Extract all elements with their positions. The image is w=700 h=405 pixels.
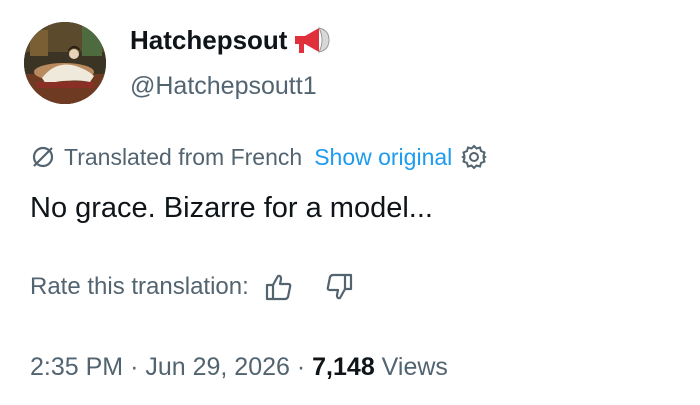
gear-icon[interactable] bbox=[460, 143, 488, 171]
meta-separator: · bbox=[296, 353, 306, 381]
thumbs-up-icon[interactable] bbox=[263, 271, 295, 303]
author-handle[interactable]: @Hatchepsoutt1 bbox=[130, 72, 317, 101]
avatar-image bbox=[24, 22, 106, 104]
tweet-time[interactable]: 2:35 PM bbox=[30, 353, 123, 381]
show-original-link[interactable]: Show original bbox=[314, 144, 452, 171]
tweet-text: No grace. Bizarre for a model... bbox=[30, 192, 433, 224]
meta-separator: · bbox=[130, 353, 139, 381]
views-count: 7,148 bbox=[312, 353, 375, 381]
translation-row: Translated from French Show original bbox=[30, 143, 488, 171]
rate-translation-row: Rate this translation: bbox=[30, 271, 355, 303]
views-label: Views bbox=[381, 353, 448, 381]
avatar[interactable] bbox=[24, 22, 106, 104]
thumbs-down-icon[interactable] bbox=[323, 271, 355, 303]
megaphone-icon bbox=[291, 24, 333, 56]
translate-icon bbox=[30, 144, 56, 170]
tweet-date[interactable]: Jun 29, 2026 bbox=[145, 353, 290, 381]
translated-from-label: Translated from French bbox=[64, 143, 303, 170]
tweet-meta: 2:35 PM · Jun 29, 2026 · 7,148 Views bbox=[30, 353, 448, 382]
author-display-name[interactable]: Hatchepsout bbox=[130, 24, 333, 56]
rate-translation-label: Rate this translation: bbox=[30, 273, 249, 300]
display-name-text: Hatchepsout bbox=[130, 24, 288, 55]
